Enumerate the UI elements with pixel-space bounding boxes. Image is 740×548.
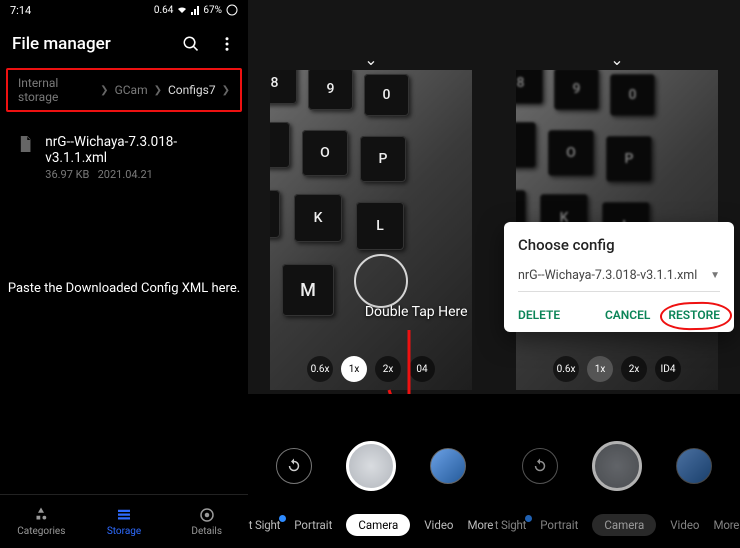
key: O bbox=[302, 130, 348, 176]
key: O bbox=[548, 130, 594, 176]
camera-viewfinder[interactable]: 8 9 0 I O P J K L M 0.6x 1x 2x 04 bbox=[270, 70, 472, 390]
key: 9 bbox=[308, 70, 353, 110]
status-bar: 7:14 0.64 67% bbox=[0, 0, 248, 20]
wifi-icon bbox=[177, 5, 187, 15]
shutter-button[interactable] bbox=[592, 441, 642, 491]
selected-config: nrG--Wichaya-7.3.018-v3.1.1.xml bbox=[518, 268, 697, 283]
key: I bbox=[270, 122, 290, 168]
mode-row[interactable]: t Sight Portrait Camera Video More bbox=[494, 514, 740, 536]
key: K bbox=[294, 194, 342, 242]
nav-label: Categories bbox=[17, 526, 65, 537]
chevron-down-icon[interactable]: ⌄ bbox=[364, 50, 377, 69]
mode-more[interactable]: More bbox=[468, 518, 494, 532]
status-time: 7:14 bbox=[10, 4, 31, 17]
breadcrumb-leaf[interactable]: Configs7 bbox=[168, 83, 216, 97]
mode-camera[interactable]: Camera bbox=[592, 514, 656, 536]
file-manager-header: File manager bbox=[0, 20, 248, 64]
gallery-thumbnail[interactable] bbox=[676, 448, 712, 484]
zoom-row: 0.6x 1x 2x ID4 bbox=[516, 356, 718, 382]
mode-night-sight[interactable]: t Sight bbox=[495, 518, 526, 532]
breadcrumb-root[interactable]: Internal storage bbox=[18, 76, 94, 104]
badge-dot-icon bbox=[279, 515, 286, 522]
chevron-right-icon: ❯ bbox=[222, 85, 230, 96]
key: 0 bbox=[364, 74, 409, 116]
file-icon bbox=[16, 134, 35, 154]
file-date: 2021.04.21 bbox=[98, 168, 153, 181]
double-tap-hint: Double Tap Here bbox=[365, 304, 468, 320]
key: 0 bbox=[610, 74, 655, 116]
chevron-right-icon: ❯ bbox=[100, 85, 108, 96]
search-icon[interactable] bbox=[182, 35, 200, 53]
nav-details[interactable]: Details bbox=[165, 495, 248, 548]
choose-config-dialog: Choose config nrG--Wichaya-7.3.018-v3.1.… bbox=[504, 222, 734, 332]
zoom-row: 0.6x 1x 2x 04 bbox=[270, 356, 472, 382]
nav-label: Storage bbox=[107, 526, 141, 537]
zoom-2x[interactable]: 2x bbox=[375, 356, 401, 382]
breadcrumb[interactable]: Internal storage ❯ GCam ❯ Configs7 ❯ bbox=[6, 68, 242, 112]
switch-camera-button[interactable] bbox=[522, 448, 558, 484]
details-icon bbox=[198, 506, 216, 524]
zoom-0-6x[interactable]: 0.6x bbox=[553, 356, 579, 382]
signal-icon bbox=[191, 5, 199, 15]
mode-video[interactable]: Video bbox=[424, 518, 453, 532]
status-network-rate: 0.64 bbox=[154, 5, 174, 16]
mode-portrait[interactable]: Portrait bbox=[540, 518, 578, 532]
config-select[interactable]: nrG--Wichaya-7.3.018-v3.1.1.xml ▼ bbox=[518, 268, 720, 292]
categories-icon bbox=[32, 506, 50, 524]
key: 8 bbox=[270, 70, 297, 104]
zoom-0-6x[interactable]: 0.6x bbox=[307, 356, 333, 382]
switch-camera-button[interactable] bbox=[276, 448, 312, 484]
key: P bbox=[360, 136, 406, 182]
flip-camera-icon bbox=[531, 457, 549, 475]
zoom-2x[interactable]: 2x bbox=[621, 356, 647, 382]
nav-categories[interactable]: Categories bbox=[0, 495, 83, 548]
more-vert-icon[interactable] bbox=[218, 35, 236, 53]
cancel-button[interactable]: CANCEL bbox=[605, 308, 650, 322]
battery-ring-icon bbox=[226, 4, 238, 16]
mode-night-sight[interactable]: t Sight bbox=[249, 518, 280, 532]
dialog-title: Choose config bbox=[518, 236, 720, 254]
key: J bbox=[270, 190, 280, 238]
status-battery: 67% bbox=[203, 5, 222, 16]
nav-storage[interactable]: Storage bbox=[83, 495, 166, 548]
file-name: nrG--Wichaya-7.3.018-v3.1.1.xml bbox=[45, 134, 232, 166]
nav-label: Details bbox=[191, 526, 222, 537]
key: M bbox=[282, 264, 334, 316]
delete-button[interactable]: DELETE bbox=[518, 308, 560, 322]
flip-camera-icon bbox=[285, 457, 303, 475]
zoom-04[interactable]: 04 bbox=[409, 356, 435, 382]
page-title: File manager bbox=[12, 34, 182, 54]
focus-ring bbox=[354, 254, 408, 308]
chevron-down-icon[interactable]: ⌄ bbox=[610, 50, 623, 69]
dropdown-caret-icon: ▼ bbox=[710, 270, 720, 281]
gallery-thumbnail[interactable] bbox=[430, 448, 466, 484]
mode-row[interactable]: t Sight Portrait Camera Video More bbox=[248, 514, 494, 536]
storage-icon bbox=[115, 506, 133, 524]
paste-hint: Paste the Downloaded Config XML here. bbox=[0, 281, 248, 296]
zoom-id4[interactable]: ID4 bbox=[655, 356, 681, 382]
chevron-right-icon: ❯ bbox=[154, 85, 162, 96]
list-item[interactable]: nrG--Wichaya-7.3.018-v3.1.1.xml 36.97 KB… bbox=[0, 124, 248, 191]
key: I bbox=[516, 122, 536, 168]
key: 8 bbox=[516, 70, 543, 104]
breadcrumb-mid[interactable]: GCam bbox=[115, 83, 148, 97]
restore-button[interactable]: RESTORE bbox=[668, 308, 720, 322]
key: L bbox=[356, 202, 404, 250]
zoom-1x[interactable]: 1x bbox=[587, 356, 613, 382]
mode-video[interactable]: Video bbox=[670, 518, 699, 532]
mode-more[interactable]: More bbox=[714, 518, 740, 532]
key: P bbox=[606, 136, 652, 182]
mode-camera[interactable]: Camera bbox=[346, 514, 410, 536]
mode-portrait[interactable]: Portrait bbox=[294, 518, 332, 532]
zoom-1x[interactable]: 1x bbox=[341, 356, 367, 382]
shutter-button[interactable] bbox=[346, 441, 396, 491]
key: 9 bbox=[554, 70, 599, 110]
file-size: 36.97 KB bbox=[45, 168, 89, 181]
badge-dot-icon bbox=[525, 515, 532, 522]
bottom-nav: Categories Storage Details bbox=[0, 494, 248, 548]
